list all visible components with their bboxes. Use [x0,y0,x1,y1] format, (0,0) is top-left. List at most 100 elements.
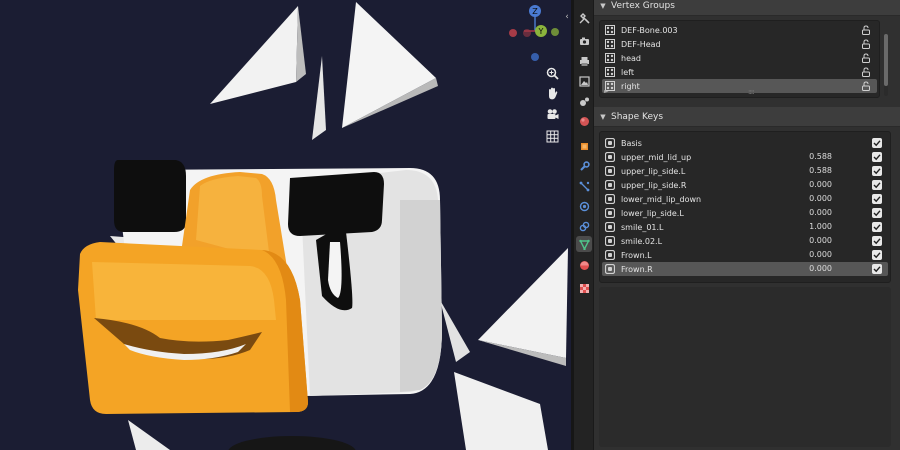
shape-key-name: upper_lip_side.L [621,166,686,176]
viewport-scene[interactable]: Z Y [0,0,571,450]
shape-key-row[interactable]: upper_mid_lid_up 0.588 [602,150,888,164]
shape-key-row[interactable]: lower_mid_lip_down 0.000 [602,192,888,206]
image-icon [578,75,590,87]
shape-key-value[interactable]: 0.000 [792,178,832,192]
unlock-icon[interactable] [861,53,871,63]
tab-object[interactable] [576,138,592,154]
tab-data[interactable] [576,236,592,252]
shape-key-name: upper_lip_side.R [621,180,687,190]
shape-keys-lower-area [599,287,891,447]
tab-texture[interactable] [576,280,592,296]
checker-texture-icon [579,283,589,293]
vertex-groups-scroll-thumb[interactable] [884,34,888,86]
shape-key-row[interactable]: Basis [602,136,888,150]
list-resize-grip[interactable]: :::: [748,88,755,96]
mesh-triangle-icon [578,239,590,250]
shape-key-name: smile.02.L [621,236,663,246]
shape-key-mute-checkbox[interactable] [872,264,882,274]
tab-material[interactable] [576,257,592,273]
shape-key-value[interactable]: 0.000 [792,234,832,248]
shape-key-icon [605,236,615,246]
vertex-group-row[interactable]: right [602,79,877,93]
shape-key-value[interactable]: 0.000 [792,248,832,262]
shape-keys-list[interactable]: Basis upper_mid_lid_up 0.588 upper_lip_side… [599,131,891,283]
vertex-groups-list[interactable]: DEF-Bone.003DEF-Headheadleftright :::: ► [599,20,880,98]
3d-viewport[interactable]: Z Y ‹ [0,0,571,450]
tab-world[interactable] [576,113,592,129]
shape-key-row[interactable]: Frown.R 0.000 [602,262,888,276]
hand-icon[interactable] [543,84,561,102]
chevron-down-icon: ▼ [600,112,606,121]
shape-keys-panel-header[interactable]: ▼ Shape Keys [594,107,900,127]
tab-constraints[interactable] [576,218,592,234]
shape-key-value[interactable]: 0.000 [792,262,832,276]
tab-particles[interactable] [576,178,592,194]
vertex-group-icon [605,25,615,35]
shape-key-value[interactable]: 0.000 [792,192,832,206]
tab-scene[interactable] [576,93,592,109]
shape-key-name: Frown.R [621,264,653,274]
tab-modifiers[interactable] [576,158,592,174]
vertex-group-row[interactable]: DEF-Head [602,37,877,51]
shape-key-mute-checkbox[interactable] [872,138,882,148]
shape-key-mute-checkbox[interactable] [872,166,882,176]
shape-key-value[interactable]: 0.000 [792,206,832,220]
shape-key-mute-checkbox[interactable] [872,250,882,260]
beak-front-light [92,262,276,320]
shape-key-row[interactable]: smile.02.L 0.000 [602,234,888,248]
tab-tool[interactable] [576,10,592,26]
tab-output[interactable] [576,53,592,69]
properties-tab-strip [574,0,594,450]
shape-key-icon [605,166,615,176]
shape-key-value[interactable]: 0.588 [792,150,832,164]
shape-key-mute-checkbox[interactable] [872,152,882,162]
shape-key-value[interactable]: 0.588 [792,164,832,178]
tab-render[interactable] [576,33,592,49]
shape-key-row[interactable]: lower_lip_side.L 0.000 [602,206,888,220]
grid-icon[interactable] [543,127,561,145]
tab-physics[interactable] [576,198,592,214]
shape-key-icon [605,208,615,218]
shape-key-value[interactable]: 1.000 [792,220,832,234]
shape-keys-panel: Basis upper_mid_lid_up 0.588 upper_lip_side… [594,127,900,450]
collapse-sidebar-icon[interactable]: ‹ [563,8,571,26]
shape-key-mute-checkbox[interactable] [872,208,882,218]
unlock-icon[interactable] [861,25,871,35]
shape-key-mute-checkbox[interactable] [872,180,882,190]
camera-icon[interactable] [543,105,561,123]
vertex-groups-panel-header[interactable]: ▼ Vertex Groups [594,0,900,16]
zoom-icon[interactable] [543,64,561,82]
vertex-group-name: left [621,67,634,77]
shape-key-value[interactable] [792,136,832,150]
vertex-group-name: DEF-Head [621,39,661,49]
list-filter-toggle-icon[interactable]: ► [604,88,609,95]
eye-left [114,160,186,232]
vertex-group-row[interactable]: head [602,51,877,65]
vertex-group-row[interactable]: DEF-Bone.003 [602,23,877,37]
shape-key-name: lower_mid_lip_down [621,194,702,204]
vertex-groups-scrollbar[interactable] [884,34,888,96]
head-cube-side [400,200,442,392]
shape-key-icon [605,222,615,232]
vertex-group-name: DEF-Bone.003 [621,25,678,35]
object-cube-icon [580,142,588,150]
unlock-icon[interactable] [861,67,871,77]
particles-icon [579,181,589,191]
shape-key-row[interactable]: upper_lip_side.L 0.588 [602,164,888,178]
vertex-group-name: right [621,81,640,91]
gizmo-y-label: Y [538,27,544,36]
shape-key-row[interactable]: smile_01.L 1.000 [602,220,888,234]
unlock-icon[interactable] [861,39,871,49]
scene-icon [579,97,589,106]
shape-key-mute-checkbox[interactable] [872,222,882,232]
shape-key-row[interactable]: Frown.L 0.000 [602,248,888,262]
vertex-group-icon [605,67,615,77]
tab-view-layer[interactable] [576,73,592,89]
vertex-group-icon [605,39,615,49]
vertex-group-row[interactable]: left [602,65,877,79]
shape-key-row[interactable]: upper_lip_side.R 0.000 [602,178,888,192]
constraint-icon [579,221,589,231]
shape-key-mute-checkbox[interactable] [872,194,882,204]
shape-key-mute-checkbox[interactable] [872,236,882,246]
unlock-icon[interactable] [861,81,871,91]
